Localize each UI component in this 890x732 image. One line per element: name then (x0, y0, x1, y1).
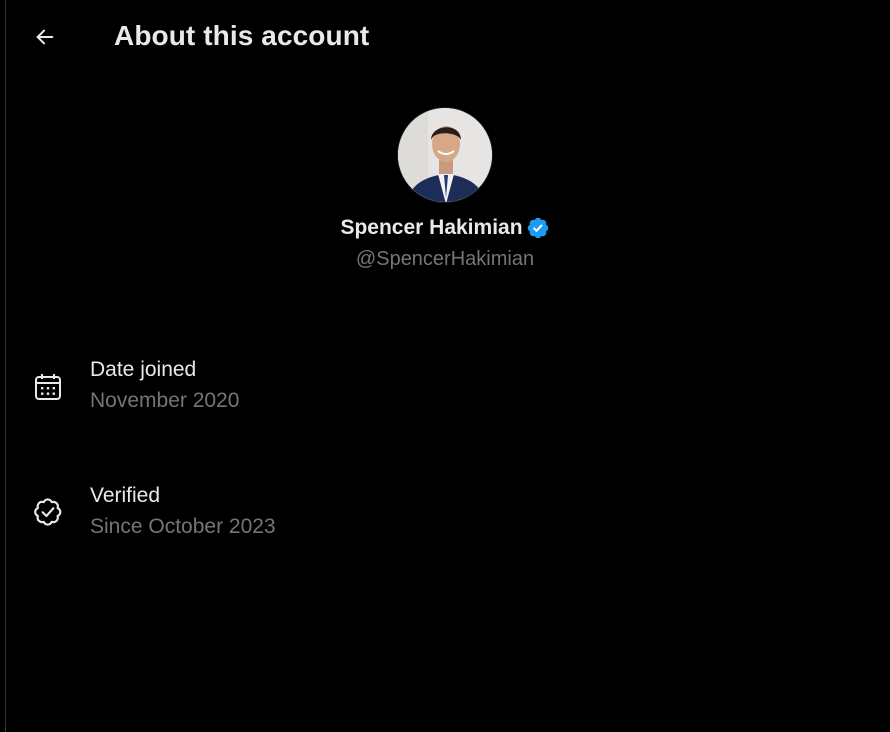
profile-summary: Spencer Hakimian @SpencerHakimian (0, 107, 890, 271)
page-title: About this account (114, 20, 370, 51)
about-account-page: About this account Spencer Hakimian @Spe… (0, 0, 890, 732)
user-handle: @SpencerHakimian (355, 248, 535, 270)
header-bar: About this account (0, 0, 890, 77)
verified-check-icon (32, 496, 64, 528)
date-joined-label: Date joined (90, 358, 197, 381)
info-row-verified: Verified Since October 2023 (0, 484, 890, 554)
back-button[interactable] (25, 20, 65, 58)
info-row-date-joined: Date joined November 2020 (0, 358, 890, 428)
arrow-left-icon (34, 26, 56, 53)
avatar[interactable] (397, 107, 493, 203)
verified-badge-icon[interactable] (526, 216, 550, 240)
verified-label: Verified (90, 484, 161, 507)
display-name: Spencer Hakimian (340, 216, 523, 239)
name-row: Spencer Hakimian (340, 216, 549, 240)
verified-since-value: Since October 2023 (90, 515, 276, 538)
date-joined-value: November 2020 (90, 389, 240, 412)
calendar-icon (32, 371, 64, 403)
